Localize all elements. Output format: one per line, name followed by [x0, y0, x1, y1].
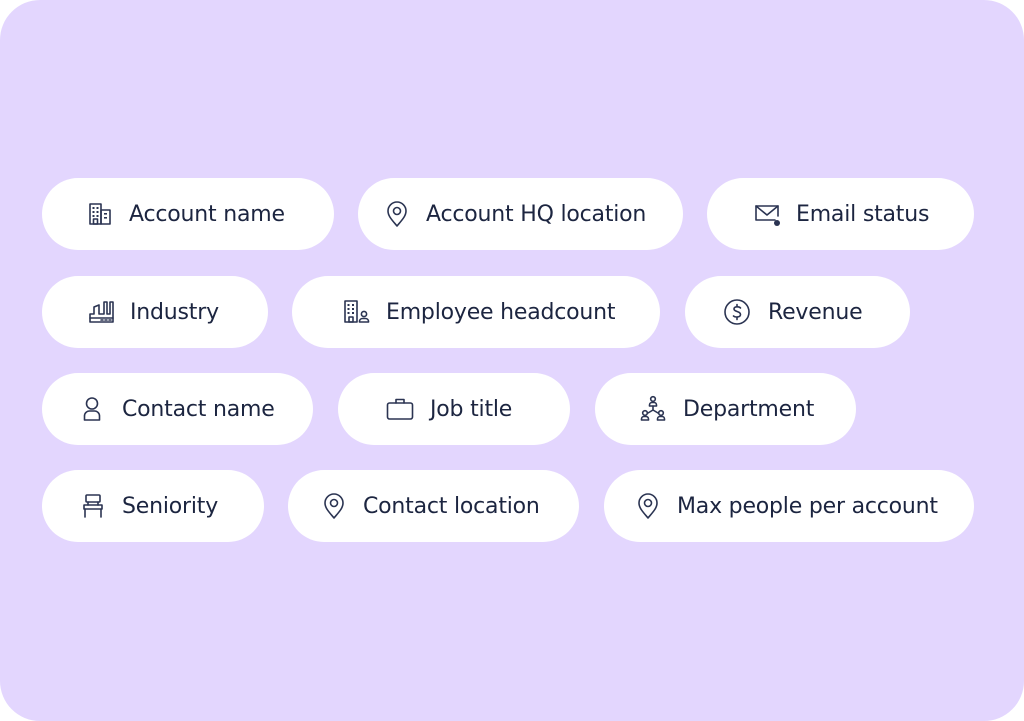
filter-chip-employee-headcount[interactable]: Employee headcount	[292, 276, 660, 348]
filter-chip-label: Employee headcount	[386, 299, 616, 325]
filter-chip-label: Contact location	[363, 493, 540, 519]
filter-chip-label: Revenue	[768, 299, 863, 325]
mail-status-icon	[752, 199, 782, 229]
briefcase-icon	[385, 394, 415, 424]
filter-chip-label: Max people per account	[677, 493, 938, 519]
building-icon	[85, 199, 115, 229]
chair-icon	[78, 491, 108, 521]
map-pin-icon	[382, 199, 412, 229]
filter-chip-revenue[interactable]: Revenue	[685, 276, 910, 348]
filter-chip-label: Seniority	[122, 493, 219, 519]
filter-chip-account-hq-location[interactable]: Account HQ location	[358, 178, 683, 250]
filter-chip-label: Account HQ location	[426, 201, 647, 227]
filter-chip-label: Email status	[796, 201, 930, 227]
map-pin-icon	[633, 491, 663, 521]
filter-options-canvas: Account name Account HQ location Email s…	[0, 0, 1024, 721]
filter-chip-contact-name[interactable]: Contact name	[42, 373, 313, 445]
filter-chip-department[interactable]: Department	[595, 373, 856, 445]
filter-chip-max-people-per-account[interactable]: Max people per account	[604, 470, 974, 542]
filter-chip-contact-location[interactable]: Contact location	[288, 470, 579, 542]
factory-icon	[86, 297, 116, 327]
filter-chip-industry[interactable]: Industry	[42, 276, 268, 348]
filter-chip-email-status[interactable]: Email status	[707, 178, 974, 250]
filter-chip-account-name[interactable]: Account name	[42, 178, 334, 250]
user-icon	[77, 394, 107, 424]
filter-chip-seniority[interactable]: Seniority	[42, 470, 264, 542]
map-pin-icon	[319, 491, 349, 521]
filter-chip-label: Department	[683, 396, 815, 422]
filter-chip-label: Job title	[430, 396, 513, 422]
filter-chip-label: Industry	[130, 299, 219, 325]
filter-chip-job-title[interactable]: Job title	[338, 373, 570, 445]
org-chart-icon	[638, 394, 668, 424]
filter-chip-label: Account name	[129, 201, 285, 227]
filter-chip-label: Contact name	[122, 396, 275, 422]
building-person-icon	[342, 297, 372, 327]
dollar-circle-icon	[722, 297, 752, 327]
